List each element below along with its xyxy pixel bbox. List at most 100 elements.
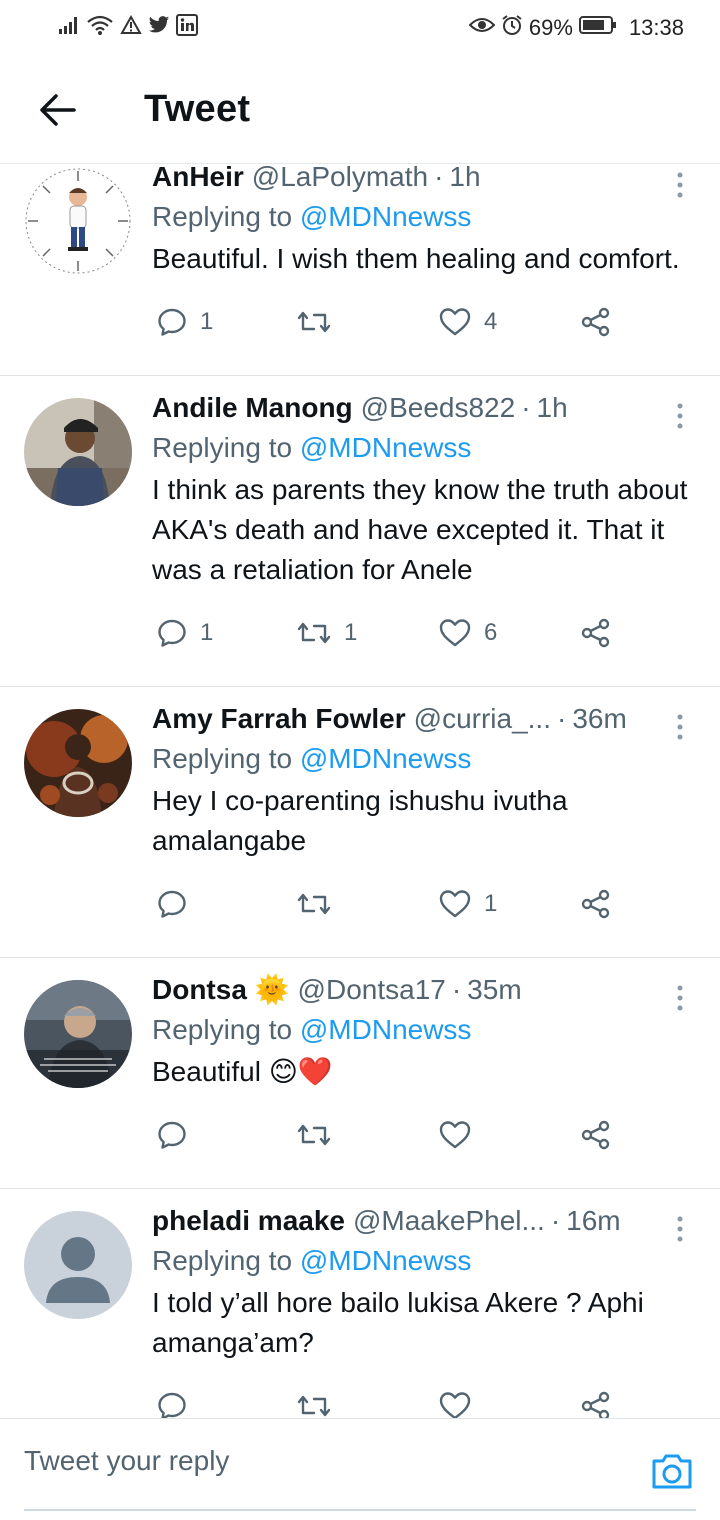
display-name[interactable]: Dontsa 🌞 xyxy=(152,972,290,1008)
signal-icon xyxy=(58,15,80,40)
like-button[interactable]: 1 xyxy=(438,887,497,921)
user-handle[interactable]: @LaPolymath xyxy=(252,165,428,195)
more-options-button[interactable] xyxy=(670,1213,690,1245)
heart-icon xyxy=(439,1392,471,1418)
more-options-button[interactable] xyxy=(670,400,690,432)
share-icon xyxy=(581,307,610,337)
tweet-actions: 1 4 xyxy=(152,279,692,375)
status-icons-right: 69% 13:38 xyxy=(468,14,684,42)
share-button[interactable] xyxy=(580,305,612,339)
share-button[interactable] xyxy=(580,1118,612,1152)
user-handle[interactable]: @curria_... xyxy=(414,701,551,737)
user-handle[interactable]: @Beeds822 xyxy=(361,390,516,426)
status-icons-left xyxy=(58,14,198,41)
mention-link[interactable]: @MDNnewss xyxy=(300,1014,472,1045)
share-button[interactable] xyxy=(580,887,612,921)
timestamp: 16m xyxy=(566,1205,621,1236)
more-options-button[interactable] xyxy=(670,982,690,1014)
mention-link[interactable]: @MDNnewss xyxy=(300,432,472,463)
display-name[interactable]: pheladi maake xyxy=(152,1203,345,1239)
tweet-card[interactable]: AnHeir @LaPolymath · 1h Replying to @MDN… xyxy=(0,165,720,376)
reply-button[interactable]: 1 xyxy=(156,305,213,339)
reply-button[interactable] xyxy=(156,1118,200,1152)
mention-link[interactable]: @MDNnewss xyxy=(300,743,472,774)
reply-icon xyxy=(158,890,186,918)
linkedin-icon xyxy=(176,14,198,41)
retweet-button[interactable] xyxy=(296,1389,344,1418)
timestamp: 1h xyxy=(449,165,481,192)
more-options-button[interactable] xyxy=(670,711,690,743)
heart-icon xyxy=(439,890,471,918)
tweet-reply-input[interactable]: Tweet your reply xyxy=(24,1445,229,1477)
display-name[interactable]: Andile Manong xyxy=(152,390,353,426)
eye-icon xyxy=(468,15,496,41)
like-button[interactable] xyxy=(438,1389,484,1418)
tweet-actions xyxy=(152,1363,692,1418)
timestamp: 36m xyxy=(572,703,627,734)
tweet-header: Andile Manong @Beeds822 · 1h xyxy=(152,390,692,426)
avatar[interactable] xyxy=(24,980,132,1088)
tweet-text: Beautiful. I wish them healing and comfo… xyxy=(152,243,680,274)
replying-to: Replying to @MDNnewss xyxy=(152,1243,692,1279)
tweet-header: Amy Farrah Fowler @curria_... · 36m xyxy=(152,701,692,737)
like-button[interactable]: 4 xyxy=(438,305,497,339)
retweet-icon xyxy=(297,1395,331,1417)
battery-icon xyxy=(578,15,617,41)
separator-dot: · xyxy=(451,974,462,1005)
retweet-button[interactable] xyxy=(296,1118,344,1152)
wifi-icon xyxy=(86,14,114,41)
more-vertical-icon xyxy=(677,1216,683,1242)
retweet-icon xyxy=(297,893,331,915)
retweet-button[interactable] xyxy=(296,305,344,339)
display-name[interactable]: Amy Farrah Fowler xyxy=(152,701,406,737)
reply-button[interactable] xyxy=(156,887,200,921)
replies-feed[interactable]: AnHeir @LaPolymath · 1h Replying to @MDN… xyxy=(0,165,720,1418)
mention-link[interactable]: @MDNnewss xyxy=(300,201,472,232)
retweet-button[interactable] xyxy=(296,887,344,921)
more-options-button[interactable] xyxy=(670,169,690,201)
retweet-icon xyxy=(297,622,331,644)
arrow-left-icon xyxy=(40,94,76,126)
tweet-card[interactable]: Andile Manong @Beeds822 · 1h Replying to… xyxy=(0,376,720,687)
heart-icon xyxy=(439,308,471,336)
like-button[interactable] xyxy=(438,1118,484,1152)
user-handle[interactable]: @MaakePhel... xyxy=(353,1203,545,1239)
tweet-header: pheladi maake @MaakePhel... · 16m xyxy=(152,1203,692,1239)
share-button[interactable] xyxy=(580,1389,612,1418)
heart-icon xyxy=(439,619,471,647)
mention-link[interactable]: @MDNnewss xyxy=(300,1245,472,1276)
replying-to: Replying to @MDNnewss xyxy=(152,430,692,466)
retweet-icon xyxy=(297,1124,331,1146)
user-handle[interactable]: @Dontsa17 xyxy=(298,972,446,1008)
avatar[interactable] xyxy=(24,398,132,506)
display-name[interactable]: AnHeir xyxy=(152,165,244,195)
separator-dot: · xyxy=(521,392,531,423)
camera-button[interactable] xyxy=(648,1447,696,1495)
warning-icon xyxy=(120,14,142,40)
retweet-button[interactable]: 1 xyxy=(296,616,357,650)
reply-button[interactable]: 1 xyxy=(156,616,213,650)
heart-icon xyxy=(439,1121,471,1149)
replying-to-label: Replying to xyxy=(152,1245,293,1276)
replying-to-label: Replying to xyxy=(152,201,293,232)
reply-icon xyxy=(158,619,186,647)
reply-button[interactable] xyxy=(156,1389,200,1418)
avatar[interactable] xyxy=(24,1211,132,1319)
share-icon xyxy=(581,1391,610,1418)
tweet-header: Dontsa 🌞 @Dontsa17 · 35m xyxy=(152,972,692,1008)
camera-icon xyxy=(652,1454,692,1489)
avatar[interactable] xyxy=(24,167,132,275)
reply-icon xyxy=(158,308,186,336)
like-button[interactable]: 6 xyxy=(438,616,497,650)
tweet-card[interactable]: Dontsa 🌞 @Dontsa17 · 35m Replying to @MD… xyxy=(0,958,720,1189)
tweet-card[interactable]: pheladi maake @MaakePhel... · 16m Replyi… xyxy=(0,1189,720,1418)
back-button[interactable] xyxy=(30,82,86,138)
more-vertical-icon xyxy=(677,403,683,429)
tweet-text: I think as parents they know the truth a… xyxy=(152,474,688,585)
separator-dot: · xyxy=(557,703,567,734)
avatar[interactable] xyxy=(24,709,132,817)
share-button[interactable] xyxy=(580,616,612,650)
like-count: 1 xyxy=(484,890,498,917)
tweet-card[interactable]: Amy Farrah Fowler @curria_... · 36m Repl… xyxy=(0,687,720,958)
like-count: 6 xyxy=(484,619,498,646)
